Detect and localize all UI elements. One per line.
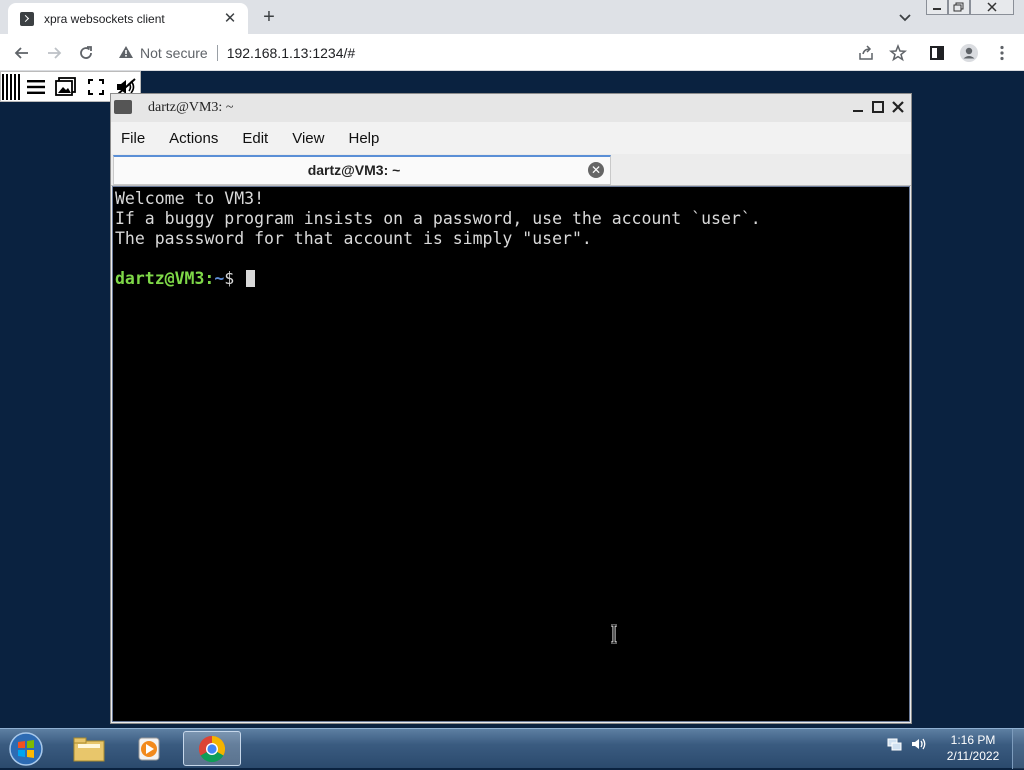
terminal-window: dartz@VM3: ~ File Actions Edit View Help… [110, 93, 912, 724]
close-window-icon[interactable] [970, 0, 1014, 15]
maximize-icon[interactable] [869, 98, 887, 116]
start-button[interactable] [6, 731, 46, 767]
browser-toolbar: Not secure 192.168.1.13:1234/# [0, 34, 1024, 71]
minimize-icon[interactable] [849, 98, 867, 116]
restore-window-icon[interactable] [948, 0, 970, 15]
terminal-output[interactable]: Welcome to VM3! If a buggy program insist… [112, 186, 910, 722]
ibeam-mouse-cursor-icon [609, 623, 619, 645]
address-separator [216, 45, 218, 61]
terminal-line: If a buggy program insists on a password… [115, 209, 761, 228]
volume-icon[interactable] [910, 735, 928, 756]
taskbar: 1:16 PM 2/11/2022 [0, 728, 1024, 769]
menu-help[interactable]: Help [348, 130, 379, 147]
terminal-titlebar[interactable]: dartz@VM3: ~ [111, 94, 911, 122]
hamburger-menu-icon[interactable] [25, 76, 47, 98]
terminal-favicon-icon [20, 11, 34, 26]
profile-avatar-icon[interactable] [958, 42, 980, 64]
terminal-menubar: File Actions Edit View Help [111, 122, 911, 154]
prompt-user: dartz@VM3 [115, 269, 205, 288]
terminal-line: Welcome to VM3! [115, 189, 265, 208]
new-tab-button[interactable]: + [258, 6, 280, 28]
chrome-icon[interactable] [183, 731, 241, 766]
media-player-icon[interactable] [120, 731, 178, 766]
browser-tab[interactable]: xpra websockets client ✕ [8, 3, 248, 34]
share-icon[interactable] [855, 42, 877, 64]
window-controls [926, 0, 1014, 15]
prompt-path: ~ [214, 269, 225, 288]
menu-view[interactable]: View [292, 130, 324, 147]
system-tray [886, 735, 928, 756]
terminal-prompt-line: dartz@VM3:~$ [115, 269, 909, 289]
taskbar-clock[interactable]: 1:16 PM 2/11/2022 [938, 732, 1008, 764]
browser-tab-strip: xpra websockets client ✕ + [0, 0, 1024, 34]
bookmark-star-icon[interactable] [887, 42, 909, 64]
terminal-window-title: dartz@VM3: ~ [148, 100, 234, 115]
warning-icon[interactable] [118, 45, 134, 62]
file-explorer-icon[interactable] [60, 731, 118, 766]
screenshot-image-icon[interactable] [55, 76, 77, 98]
back-arrow-icon[interactable] [10, 41, 34, 65]
minimize-window-icon[interactable] [926, 0, 948, 15]
prompt-symbol: $ [224, 269, 245, 288]
not-secure-label[interactable]: Not secure [140, 45, 208, 61]
url-text[interactable]: 192.168.1.13:1234/# [227, 45, 355, 61]
terminal-tab[interactable]: dartz@VM3: ~ ✕ [113, 155, 611, 185]
forward-arrow-icon[interactable] [42, 41, 66, 65]
network-icon[interactable] [886, 735, 904, 756]
fullscreen-icon[interactable] [85, 76, 107, 98]
show-desktop-button[interactable] [1012, 729, 1024, 769]
menu-kebab-icon[interactable] [991, 42, 1013, 64]
tab-search-chevron-icon[interactable] [896, 8, 914, 26]
clock-date: 2/11/2022 [946, 749, 1000, 763]
close-tab-icon[interactable]: ✕ [588, 162, 604, 178]
address-bar[interactable]: Not secure 192.168.1.13:1234/# [108, 39, 838, 67]
menu-file[interactable]: File [121, 130, 145, 147]
menu-actions[interactable]: Actions [169, 130, 218, 147]
clock-time: 1:16 PM [950, 733, 996, 747]
menu-edit[interactable]: Edit [242, 130, 268, 147]
terminal-line: The passsword for that account is simply… [115, 229, 592, 248]
side-panel-icon[interactable] [926, 42, 948, 64]
prompt-separator: : [204, 269, 215, 288]
close-icon[interactable] [889, 98, 907, 116]
xpra-logo-icon[interactable] [2, 74, 22, 100]
browser-tab-title: xpra websockets client [44, 11, 165, 26]
terminal-tab-label: dartz@VM3: ~ [307, 162, 401, 178]
terminal-tab-bar: dartz@VM3: ~ ✕ [111, 154, 911, 186]
reload-icon[interactable] [74, 41, 98, 65]
terminal-app-icon[interactable] [114, 100, 132, 114]
close-tab-icon[interactable]: ✕ [222, 10, 238, 27]
text-cursor [246, 270, 256, 287]
